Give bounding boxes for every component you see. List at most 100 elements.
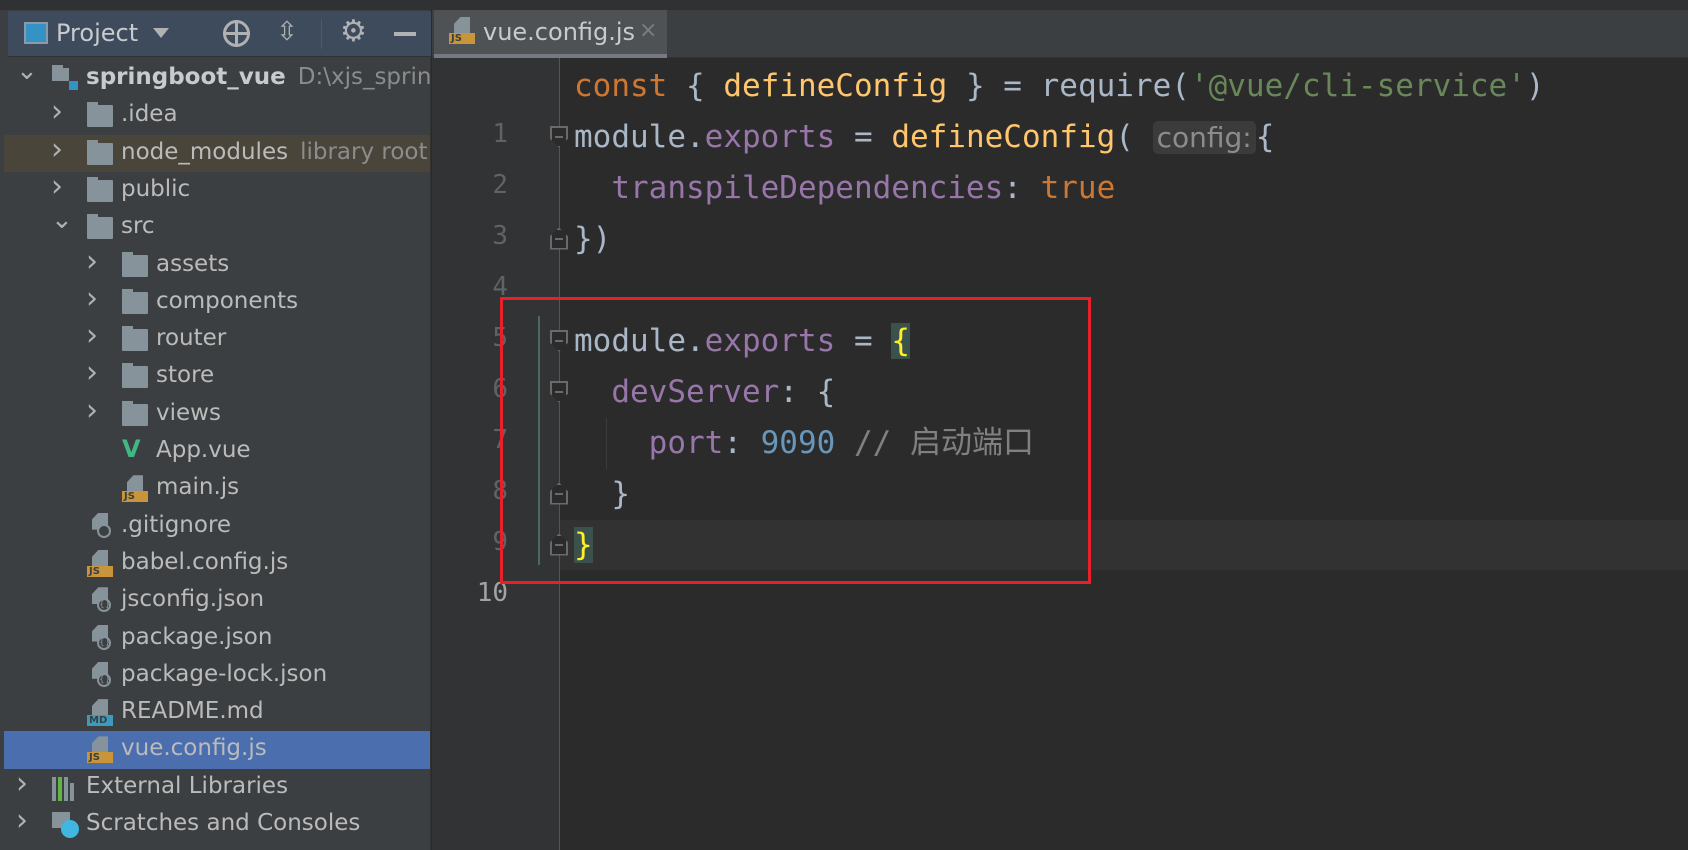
tree-item-label: .gitignore <box>121 511 232 538</box>
chevron-right-icon[interactable]: › <box>16 769 28 801</box>
tree-item[interactable]: › Scratches and Consoles <box>4 806 430 844</box>
json-file-icon: {} <box>87 661 113 687</box>
tree-item[interactable]: {} package-lock.json <box>4 657 430 695</box>
tree-item-hint: library root <box>300 138 428 165</box>
json-file-icon: {} <box>87 587 113 613</box>
tree-item[interactable]: › assets <box>4 247 430 285</box>
editor-tab-bar: JS vue.config.js × <box>432 10 1688 58</box>
chevron-right-icon[interactable]: › <box>86 284 98 316</box>
line-number: 5 <box>492 322 508 353</box>
tree-item[interactable]: › store <box>4 358 430 396</box>
line-number: 1 <box>492 118 508 149</box>
line-number: 4 <box>492 271 508 302</box>
annotation-highlight-box <box>500 297 1091 584</box>
token-fn: defineConfig <box>891 118 1116 155</box>
collapse-all-icon[interactable]: ⇳ <box>276 17 298 47</box>
close-icon[interactable]: × <box>639 18 657 43</box>
tree-item-label: components <box>156 287 299 314</box>
chevron-right-icon[interactable]: › <box>86 396 98 428</box>
tree-item-label: README.md <box>121 698 264 725</box>
json-file-icon: {} <box>87 624 113 650</box>
tree-item[interactable]: V App.vue <box>4 433 430 471</box>
tree-item-label: package.json <box>121 623 273 650</box>
tree-item-label: src <box>121 213 155 240</box>
tree-item[interactable]: {} package.json <box>4 620 430 658</box>
tree-item-label: vue.config.js <box>121 735 267 762</box>
libraries-icon <box>52 776 78 801</box>
tree-item[interactable]: › External Libraries <box>4 769 430 807</box>
tree-item[interactable]: › router <box>4 321 430 359</box>
tree-item[interactable]: {} jsconfig.json <box>4 582 430 620</box>
chevron-down-icon[interactable]: ⌄ <box>16 60 38 86</box>
tree-item-label: External Libraries <box>86 772 289 799</box>
tree-item[interactable]: JS main.js <box>4 470 430 508</box>
chevron-right-icon[interactable]: › <box>86 321 98 353</box>
chevron-right-icon[interactable]: › <box>51 172 63 204</box>
token-plain: { <box>1255 118 1275 155</box>
project-view-selector[interactable]: Project <box>56 19 138 47</box>
js-file-icon: JS <box>87 549 113 577</box>
tree-item[interactable]: .gitignore <box>4 508 430 546</box>
token-plain: }) <box>574 220 612 257</box>
token-prop: transpileDependencies <box>611 169 1004 206</box>
tree-item-label: assets <box>156 250 230 277</box>
tree-item[interactable]: › views <box>4 396 430 434</box>
code-line[interactable]: transpileDependencies: true <box>574 163 1115 214</box>
scratches-icon <box>52 812 79 838</box>
line-number: 10 <box>476 577 508 608</box>
tree-item[interactable]: › components <box>4 284 430 322</box>
chevron-right-icon[interactable]: › <box>86 247 98 279</box>
tree-item-hint: D:\xjs_spring <box>297 64 430 90</box>
folder-icon <box>122 288 148 314</box>
chevron-right-icon[interactable]: › <box>51 97 63 129</box>
tree-item-label: springboot_vueD:\xjs_spring <box>86 64 430 90</box>
tree-item[interactable]: MD README.md <box>4 694 430 732</box>
token-plain: } = require( <box>947 67 1190 104</box>
line-number: 8 <box>492 475 508 506</box>
tree-item[interactable]: ⌄ src <box>4 209 430 247</box>
project-view-icon <box>24 22 48 44</box>
tree-item-label: router <box>156 325 227 352</box>
line-number: 7 <box>492 424 508 455</box>
folder-icon <box>122 326 148 352</box>
tree-item[interactable]: ⌄ springboot_vueD:\xjs_spring <box>4 60 430 98</box>
tree-item-label: App.vue <box>156 437 251 463</box>
chevron-down-icon[interactable]: ⌄ <box>51 209 73 235</box>
token-fn: defineConfig <box>723 67 948 104</box>
tree-item-label: Scratches and Consoles <box>86 810 361 836</box>
chevron-right-icon[interactable]: › <box>16 806 28 838</box>
tree-item[interactable]: JS babel.config.js <box>4 545 430 583</box>
tab-label: vue.config.js <box>483 18 636 46</box>
tree-item[interactable]: › node_modules library root <box>4 134 430 173</box>
chevron-right-icon[interactable]: › <box>51 135 63 167</box>
tree-item-label: public <box>121 175 191 202</box>
folder-icon <box>87 214 113 240</box>
token-plain: = <box>835 118 892 155</box>
code-line[interactable]: const { defineConfig } = require('@vue/c… <box>574 61 1545 112</box>
tree-item[interactable]: JS vue.config.js <box>4 731 430 769</box>
tree-item-label: babel.config.js <box>121 548 289 575</box>
chevron-right-icon[interactable]: › <box>86 358 98 390</box>
token-keyword: const <box>574 67 668 104</box>
code-line[interactable]: module.exports = defineConfig( config:{ <box>574 112 1274 163</box>
dropdown-caret-icon[interactable] <box>153 28 169 38</box>
gear-icon[interactable]: ⚙ <box>340 14 367 49</box>
toolbar-separator <box>321 19 322 49</box>
locate-file-icon[interactable] <box>223 20 250 47</box>
token-plain: module. <box>574 118 705 155</box>
folder-icon <box>122 251 148 277</box>
minimize-icon[interactable] <box>394 32 416 36</box>
js-file-icon: JS <box>122 475 148 503</box>
project-panel-header: Project ⇳ ⚙ <box>8 11 431 57</box>
vue-file-icon: V <box>122 435 141 463</box>
token-plain: ) <box>1525 67 1545 104</box>
md-file-icon: MD <box>87 699 113 727</box>
code-line[interactable]: }) <box>574 214 611 265</box>
line-number: 3 <box>492 220 508 251</box>
tree-item[interactable]: › public <box>4 172 430 210</box>
tree-item-label: .idea <box>121 101 178 128</box>
tab-vue-config-js[interactable]: JS vue.config.js × <box>434 10 667 58</box>
tree-item[interactable]: › .idea <box>4 97 430 135</box>
tree-item-label: package-lock.json <box>121 660 328 687</box>
